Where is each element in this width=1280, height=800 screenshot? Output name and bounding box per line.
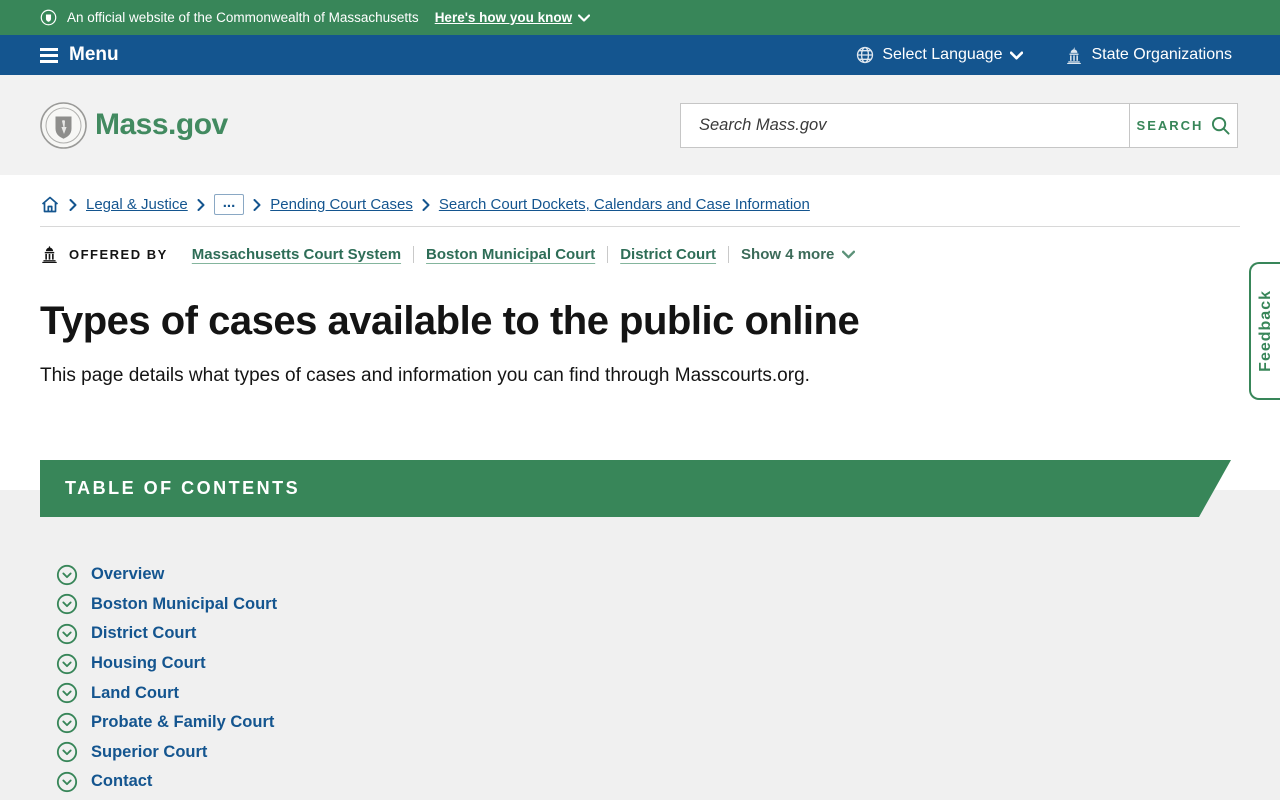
toc-item-probate-family-court[interactable]: Probate & Family Court — [56, 708, 1280, 738]
offered-link-district-court[interactable]: District Court — [620, 246, 716, 263]
capitol-icon — [1067, 46, 1082, 64]
toc-item-land-court[interactable]: Land Court — [56, 678, 1280, 708]
search-input[interactable] — [681, 103, 1129, 147]
offered-by-label: OFFERED BY — [40, 245, 168, 263]
chevron-circle-icon — [56, 564, 78, 585]
offered-by-row: OFFERED BY Massachusetts Court System Bo… — [40, 245, 1240, 263]
toc-heading: TABLE OF CONTENTS — [65, 478, 301, 498]
chevron-circle-icon — [56, 594, 78, 615]
chevron-down-icon — [842, 250, 856, 258]
breadcrumb-link-legal-justice[interactable]: Legal & Justice — [86, 196, 188, 213]
site-search: SEARCH — [680, 102, 1238, 148]
feedback-label: Feedback — [1256, 290, 1274, 372]
globe-icon — [857, 46, 874, 64]
breadcrumb-divider — [40, 226, 1240, 227]
chevron-down-icon — [578, 13, 591, 22]
offered-link-boston-municipal-court[interactable]: Boston Municipal Court — [426, 246, 595, 263]
toc-item-boston-municipal-court[interactable]: Boston Municipal Court — [56, 590, 1280, 620]
official-banner: An official website of the Commonwealth … — [0, 0, 1280, 35]
chevron-circle-icon — [56, 742, 78, 763]
toc-section: Overview Boston Municipal Court District… — [0, 490, 1280, 800]
state-seal-logo-icon — [40, 101, 87, 149]
chevron-right-icon — [197, 198, 205, 211]
divider — [413, 245, 415, 263]
chevron-circle-icon — [56, 712, 78, 733]
toc-item-housing-court[interactable]: Housing Court — [56, 649, 1280, 679]
main-nav: Menu Select Language State Organizations — [0, 35, 1280, 75]
capitol-icon — [42, 246, 57, 263]
home-icon[interactable] — [40, 195, 60, 214]
chevron-right-icon — [422, 198, 430, 211]
offered-by-links: Massachusetts Court System Boston Munici… — [180, 245, 856, 263]
table-of-contents-banner: TABLE OF CONTENTS — [40, 460, 1231, 517]
toc-item-contact[interactable]: Contact — [56, 767, 1280, 797]
state-organizations-link[interactable]: State Organizations — [1065, 46, 1232, 64]
page-title: Types of cases available to the public o… — [40, 299, 860, 343]
toc-item-overview[interactable]: Overview — [56, 560, 1280, 590]
chevron-right-icon — [69, 198, 77, 211]
chevron-circle-icon — [56, 771, 78, 793]
chevron-right-icon — [253, 198, 261, 211]
nav-utilities: Select Language State Organizations — [856, 46, 1232, 64]
breadcrumb-link-pending-court-cases[interactable]: Pending Court Cases — [270, 196, 413, 213]
page: An official website of the Commonwealth … — [0, 0, 1280, 800]
official-banner-text: An official website of the Commonwealth … — [67, 10, 419, 25]
offered-link-ma-court-system[interactable]: Massachusetts Court System — [192, 246, 401, 263]
toc-item-superior-court[interactable]: Superior Court — [56, 738, 1280, 768]
feedback-button[interactable]: Feedback — [1249, 262, 1280, 400]
hamburger-icon — [40, 47, 58, 63]
chevron-circle-icon — [56, 683, 78, 704]
chevron-down-icon — [1010, 50, 1024, 60]
search-icon — [1212, 116, 1230, 135]
menu-label: Menu — [69, 44, 119, 65]
state-seal-icon — [40, 9, 57, 26]
chevron-circle-icon — [56, 623, 78, 645]
toc-list: Overview Boston Municipal Court District… — [56, 560, 1280, 797]
page-description: This page details what types of cases an… — [40, 365, 810, 386]
show-more-button[interactable]: Show 4 more — [741, 246, 856, 263]
divider — [728, 245, 730, 263]
breadcrumb-link-search-court-dockets[interactable]: Search Court Dockets, Calendars and Case… — [439, 196, 810, 213]
massgov-logo[interactable]: Mass.gov — [40, 101, 228, 149]
site-header: Mass.gov SEARCH — [0, 75, 1280, 175]
chevron-circle-icon — [56, 653, 78, 674]
content-main: Legal & Justice ... Pending Court Cases … — [0, 175, 1280, 490]
toc-item-district-court[interactable]: District Court — [56, 619, 1280, 649]
divider — [607, 245, 609, 263]
menu-button[interactable]: Menu — [40, 44, 119, 66]
select-language-button[interactable]: Select Language — [856, 46, 1024, 64]
heres-how-you-know-toggle[interactable]: Here's how you know — [435, 10, 591, 25]
breadcrumb: Legal & Justice ... Pending Court Cases … — [40, 175, 1240, 215]
breadcrumb-collapsed-button[interactable]: ... — [213, 194, 245, 215]
search-button[interactable]: SEARCH — [1129, 103, 1237, 147]
site-name: Mass.gov — [95, 108, 228, 141]
